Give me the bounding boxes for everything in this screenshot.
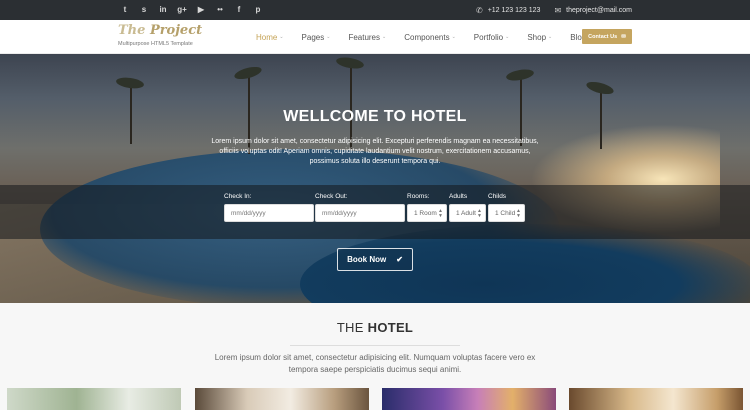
section-divider <box>290 345 460 346</box>
email-address[interactable]: theproject@mail.com <box>566 7 632 14</box>
select-arrows-icon: ▲ ▼ <box>438 208 443 219</box>
logo-project: Project <box>149 23 203 38</box>
logo-tagline: Multipurpose HTML5 Template <box>118 41 193 47</box>
nav-components-label: Components <box>404 32 450 42</box>
chevron-down-icon: ⌄ <box>382 34 387 40</box>
nav-features[interactable]: Features ⌄ <box>348 33 386 42</box>
chevron-down-icon: ⌄ <box>505 34 510 40</box>
palm-frond <box>335 55 365 71</box>
google-plus-icon[interactable]: g+ <box>175 3 189 17</box>
hero-description: Lorem ipsum dolor sit amet, consectetur … <box>211 138 539 165</box>
contact-us-label: Contact Us <box>588 33 618 40</box>
rooms-select[interactable]: 1 Room ▲ ▼ <box>407 204 447 222</box>
top-bar: t s in g+ ▶ •• f p ✆ +12 123 123 123 ✉ t… <box>0 0 750 20</box>
hotel-section: THE HOTEL Lorem ipsum dolor sit amet, co… <box>0 303 750 410</box>
site-header: The Project Multipurpose HTML5 Template … <box>0 20 750 54</box>
section-title-bold: HOTEL <box>367 320 414 335</box>
facebook-icon[interactable]: f <box>232 3 246 17</box>
contact-us-button[interactable]: Contact Us ✉ <box>582 29 632 44</box>
childs-value: 1 Child <box>495 209 516 217</box>
select-arrows-icon: ▲ ▼ <box>477 208 482 219</box>
nav-pages[interactable]: Pages ⌄ <box>302 33 331 42</box>
skype-icon[interactable]: s <box>137 3 151 17</box>
twitter-icon[interactable]: t <box>118 3 132 17</box>
contact-info: ✆ +12 123 123 123 ✉ theproject@mail.com <box>476 0 632 20</box>
pinterest-icon[interactable]: p <box>251 3 265 17</box>
logo-the: The <box>118 23 150 38</box>
logo[interactable]: The Project <box>118 23 202 38</box>
gallery-image[interactable] <box>195 388 369 410</box>
chevron-down-icon: ⌄ <box>279 34 284 40</box>
nav-pages-label: Pages <box>301 32 325 42</box>
checkout-input[interactable] <box>315 204 405 222</box>
youtube-icon[interactable]: ▶ <box>194 3 208 17</box>
gallery-image[interactable] <box>382 388 556 410</box>
email-item[interactable]: ✉ theproject@mail.com <box>554 6 632 15</box>
rooms-value: 1 Room <box>414 209 437 217</box>
section-title-light: THE <box>336 320 368 335</box>
social-links: t s in g+ ▶ •• f p <box>118 3 265 17</box>
chevron-down-icon: ⌄ <box>548 34 553 40</box>
envelope-icon: ✉ <box>554 5 562 15</box>
book-now-button[interactable]: Book Now ✔ <box>337 248 413 271</box>
phone-number: +12 123 123 123 <box>487 6 541 14</box>
childs-select[interactable]: 1 Child ▲ ▼ <box>488 204 525 222</box>
section-title: THE HOTEL <box>0 320 750 335</box>
gallery-image[interactable] <box>569 388 743 410</box>
childs-label: Childs <box>488 193 507 200</box>
main-nav: Home ⌄ Pages ⌄ Features ⌄ Components ⌄ Portf… <box>256 20 592 54</box>
adults-value: 1 Adult <box>456 209 476 217</box>
nav-portfolio-label: Portfolio <box>473 32 504 42</box>
palm-frond <box>115 76 145 90</box>
nav-home[interactable]: Home ⌄ <box>256 33 284 42</box>
chevron-down-icon: ⌄ <box>451 34 456 40</box>
chevron-down-icon: ⌄ <box>326 34 331 40</box>
nav-shop-label: Shop <box>527 32 547 42</box>
linkedin-icon[interactable]: in <box>156 3 170 17</box>
flickr-icon[interactable]: •• <box>213 3 227 17</box>
book-now-label: Book Now <box>347 255 387 264</box>
adults-label: Adults <box>449 193 468 200</box>
checkin-input[interactable] <box>224 204 314 222</box>
phone-item: ✆ +12 123 123 123 <box>476 6 540 15</box>
section-description: Lorem ipsum dolor sit amet, consectetur … <box>214 353 536 374</box>
check-icon: ✔ <box>396 255 403 264</box>
hero-section: WELLCOME TO HOTEL Lorem ipsum dolor sit … <box>0 54 750 303</box>
nav-shop[interactable]: Shop ⌄ <box>527 33 552 42</box>
gallery-image[interactable] <box>7 388 181 410</box>
hero-title: WELLCOME TO HOTEL <box>283 108 467 125</box>
checkin-label: Check In: <box>224 193 252 200</box>
nav-components[interactable]: Components ⌄ <box>404 33 456 42</box>
nav-features-label: Features <box>348 32 381 42</box>
phone-icon: ✆ <box>475 5 483 15</box>
rooms-label: Rooms: <box>407 193 430 200</box>
checkout-label: Check Out: <box>315 193 348 200</box>
envelope-icon: ✉ <box>621 33 626 40</box>
nav-portfolio[interactable]: Portfolio ⌄ <box>474 33 510 42</box>
adults-select[interactable]: 1 Adult ▲ ▼ <box>449 204 486 222</box>
nav-home-label: Home <box>256 32 278 42</box>
select-arrows-icon: ▲ ▼ <box>516 208 521 219</box>
